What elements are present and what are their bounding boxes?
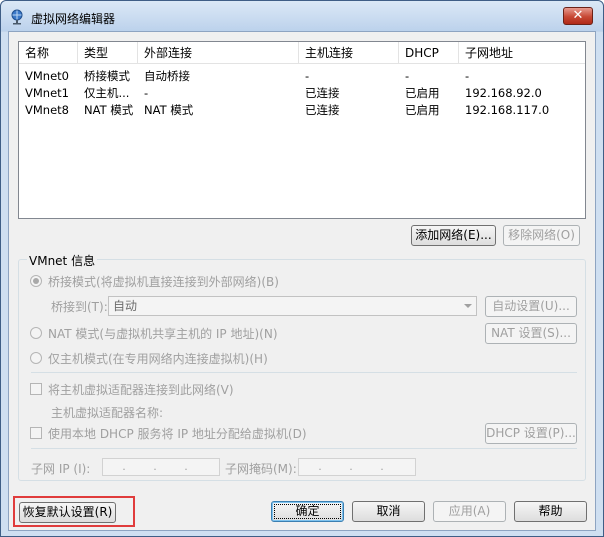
cancel-button[interactable]: 取消 [352,501,425,522]
network-list[interactable]: 名称 类型 外部连接 主机连接 DHCP 子网地址 VMnet0 桥接模式 自动… [18,41,586,219]
cell-type: 桥接模式 [84,69,130,83]
cell-external: - [144,86,149,100]
apply-button[interactable]: 应用(A) [433,501,506,522]
title-bar[interactable]: 虚拟网络编辑器 ✕ [1,1,603,31]
cell-dhcp: - [405,69,410,83]
column-header-external[interactable]: 外部连接 [138,42,299,64]
vmnet-info-group: VMnet 信息 桥接模式(将虚拟机直接连接到外部网络)(B) 桥接到(T): … [18,252,586,481]
nat-mode-label: NAT 模式(与虚拟机共享主机的 IP 地址)(N) [48,327,278,341]
subnet-ip-input[interactable]: . . . [102,458,220,476]
dhcp-checkbox[interactable] [30,427,42,439]
column-header-dhcp[interactable]: DHCP [399,42,459,64]
dialog-body: 名称 类型 外部连接 主机连接 DHCP 子网地址 VMnet0 桥接模式 自动… [8,31,596,531]
ok-button[interactable]: 确定 [271,501,344,522]
nat-mode-radio[interactable] [30,327,42,339]
cell-name: VMnet0 [25,69,69,83]
cell-host: 已连接 [305,86,340,100]
dhcp-settings-button[interactable]: DHCP 设置(P)... [485,423,577,444]
help-button[interactable]: 帮助 [514,501,587,522]
host-only-label: 仅主机模式(在专用网络内连接虚拟机)(H) [48,352,268,366]
bridge-mode-radio[interactable] [30,275,42,287]
cell-subnet: - [465,69,470,83]
list-header: 名称 类型 外部连接 主机连接 DHCP 子网地址 [19,42,585,64]
cell-name: VMnet1 [25,86,69,100]
cell-external: 自动桥接 [144,69,190,83]
window-title: 虚拟网络编辑器 [31,12,116,26]
auto-settings-button[interactable]: 自动设置(U)... [485,296,577,317]
subnet-ip-label: 子网 IP (I): [31,462,91,476]
close-button[interactable]: ✕ [563,7,593,25]
highlight-box [13,496,135,527]
bridge-mode-label: 桥接模式(将虚拟机直接连接到外部网络)(B) [48,275,279,289]
table-row[interactable]: VMnet1 仅主机... - 已连接 已启用 192.168.92.0 [19,85,585,102]
remove-network-button[interactable]: 移除网络(O) [503,225,580,246]
cell-type: NAT 模式 [84,103,134,117]
column-header-subnet[interactable]: 子网地址 [459,42,587,64]
cell-external: NAT 模式 [144,103,194,117]
column-header-type[interactable]: 类型 [78,42,138,64]
connect-adapter-checkbox[interactable] [30,383,42,395]
cell-host: 已连接 [305,103,340,117]
chevron-down-icon [464,304,472,308]
bridge-to-select[interactable]: 自动 [108,296,477,316]
cell-host: - [305,69,310,83]
cell-dhcp: 已启用 [405,86,440,100]
bridge-to-label: 桥接到(T): [51,300,108,314]
connect-adapter-label: 将主机虚拟适配器连接到此网络(V) [48,383,234,397]
cell-subnet: 192.168.92.0 [465,86,542,100]
divider [31,448,577,449]
subnet-mask-label: 子网掩码(M): [225,462,297,476]
adapter-name-label: 主机虚拟适配器名称: [51,406,164,420]
table-row[interactable]: VMnet0 桥接模式 自动桥接 - - - [19,68,585,85]
cell-subnet: 192.168.117.0 [465,103,550,117]
table-row[interactable]: VMnet8 NAT 模式 NAT 模式 已连接 已启用 192.168.117… [19,102,585,119]
column-header-name[interactable]: 名称 [19,42,78,64]
cell-dhcp: 已启用 [405,103,440,117]
host-only-radio[interactable] [30,352,42,364]
dhcp-label: 使用本地 DHCP 服务将 IP 地址分配给虚拟机(D) [48,427,307,441]
cell-name: VMnet8 [25,103,69,117]
virtual-network-editor-window: 虚拟网络编辑器 ✕ 名称 类型 外部连接 主机连接 DHCP 子网地址 VMne… [0,0,604,537]
vmnet-info-title: VMnet 信息 [27,252,98,269]
column-header-host[interactable]: 主机连接 [299,42,399,64]
subnet-mask-input[interactable]: . . . [298,458,416,476]
nat-settings-button[interactable]: NAT 设置(S)... [485,323,577,344]
network-globe-icon [11,9,23,25]
divider [31,372,577,373]
cell-type: 仅主机... [84,86,130,100]
add-network-button[interactable]: 添加网络(E)... [411,225,496,246]
bridge-to-value: 自动 [113,299,138,313]
